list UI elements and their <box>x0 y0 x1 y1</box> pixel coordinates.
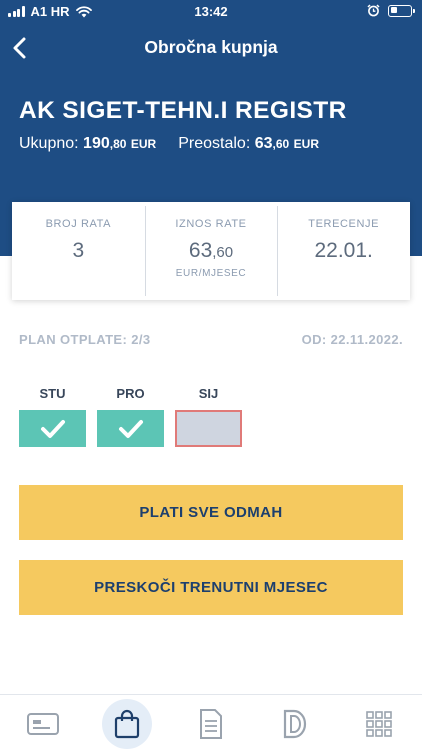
amount-value: 63,60 <box>145 239 278 263</box>
remaining-dec: ,60 <box>272 137 290 151</box>
installments-column: BROJ RATA 3 <box>12 202 145 300</box>
checkmark-icon <box>118 419 143 438</box>
remaining-int: 63 <box>254 135 273 152</box>
d-logo-icon <box>283 709 307 739</box>
installments-label: BROJ RATA <box>45 218 112 230</box>
month-item: STU <box>19 386 86 447</box>
tab-documents[interactable] <box>186 699 236 749</box>
month-item: PRO <box>97 386 164 447</box>
total-amount: Ukupno: 190,80 EUR <box>19 135 156 153</box>
remaining-amount: Preostalo: 63,60 EUR <box>178 135 319 153</box>
skip-month-button[interactable]: PRESKOČI TRENUTNI MJESEC <box>19 560 403 615</box>
charge-column: TERECENJE 22.01. <box>277 202 410 300</box>
tab-installments[interactable] <box>102 699 152 749</box>
document-icon <box>200 709 222 739</box>
charge-label: TERECENJE <box>308 218 380 230</box>
plan-row: PLAN OTPLATE: 2/3 OD: 22.11.2022. <box>19 332 403 347</box>
total-currency: EUR <box>130 137 157 151</box>
tab-cards[interactable] <box>18 699 68 749</box>
remaining-label: Preostalo: <box>178 135 251 152</box>
totals-row: Ukupno: 190,80 EUR Preostalo: 63,60 EUR <box>19 135 319 153</box>
tab-brand[interactable] <box>270 699 320 749</box>
amount-label: IZNOS RATE <box>175 218 247 230</box>
checkmark-icon <box>40 419 65 438</box>
month-label: PRO <box>116 386 145 401</box>
amount-dec: ,60 <box>212 244 234 261</box>
alarm-icon <box>367 4 380 17</box>
card-icon <box>27 713 59 735</box>
month-status-paid <box>97 410 164 447</box>
status-right <box>367 4 415 17</box>
grid-icon <box>366 711 392 737</box>
month-label: SIJ <box>198 386 219 401</box>
month-item: SIJ <box>175 386 242 447</box>
installments-value: 3 <box>72 239 85 262</box>
plan-from-date: OD: 22.11.2022. <box>301 332 403 347</box>
tab-bar <box>0 694 422 750</box>
page-title: Obročna kupnja <box>144 37 278 57</box>
status-bar: A1 HR 13:42 <box>0 0 422 24</box>
month-status-pending <box>175 410 242 447</box>
total-int: 190 <box>83 135 110 152</box>
month-label: STU <box>39 386 66 401</box>
amount-column: IZNOS RATE 63,60 EUR/MJESEC <box>144 202 278 300</box>
amount-unit: EUR/MJESEC <box>175 268 247 279</box>
merchant-name: AK SIGET-TEHN.I REGISTR <box>19 97 347 124</box>
shopping-bag-icon <box>114 709 140 739</box>
total-label: Ukupno: <box>19 135 79 152</box>
total-dec: ,80 <box>109 137 127 151</box>
status-time: 13:42 <box>194 4 228 19</box>
pay-all-button[interactable]: PLATI SVE ODMAH <box>19 485 403 540</box>
battery-icon <box>388 4 415 17</box>
tab-more[interactable] <box>354 699 404 749</box>
month-status-paid <box>19 410 86 447</box>
remaining-currency: EUR <box>293 137 320 151</box>
month-tracker: STU PRO SIJ <box>19 386 242 447</box>
charge-value: 22.01. <box>314 239 373 262</box>
summary-card: BROJ RATA 3 IZNOS RATE 63,60 EUR/MJESEC … <box>12 202 410 300</box>
plan-label: PLAN OTPLATE: 2/3 <box>19 332 151 347</box>
amount-int: 63 <box>188 239 213 262</box>
